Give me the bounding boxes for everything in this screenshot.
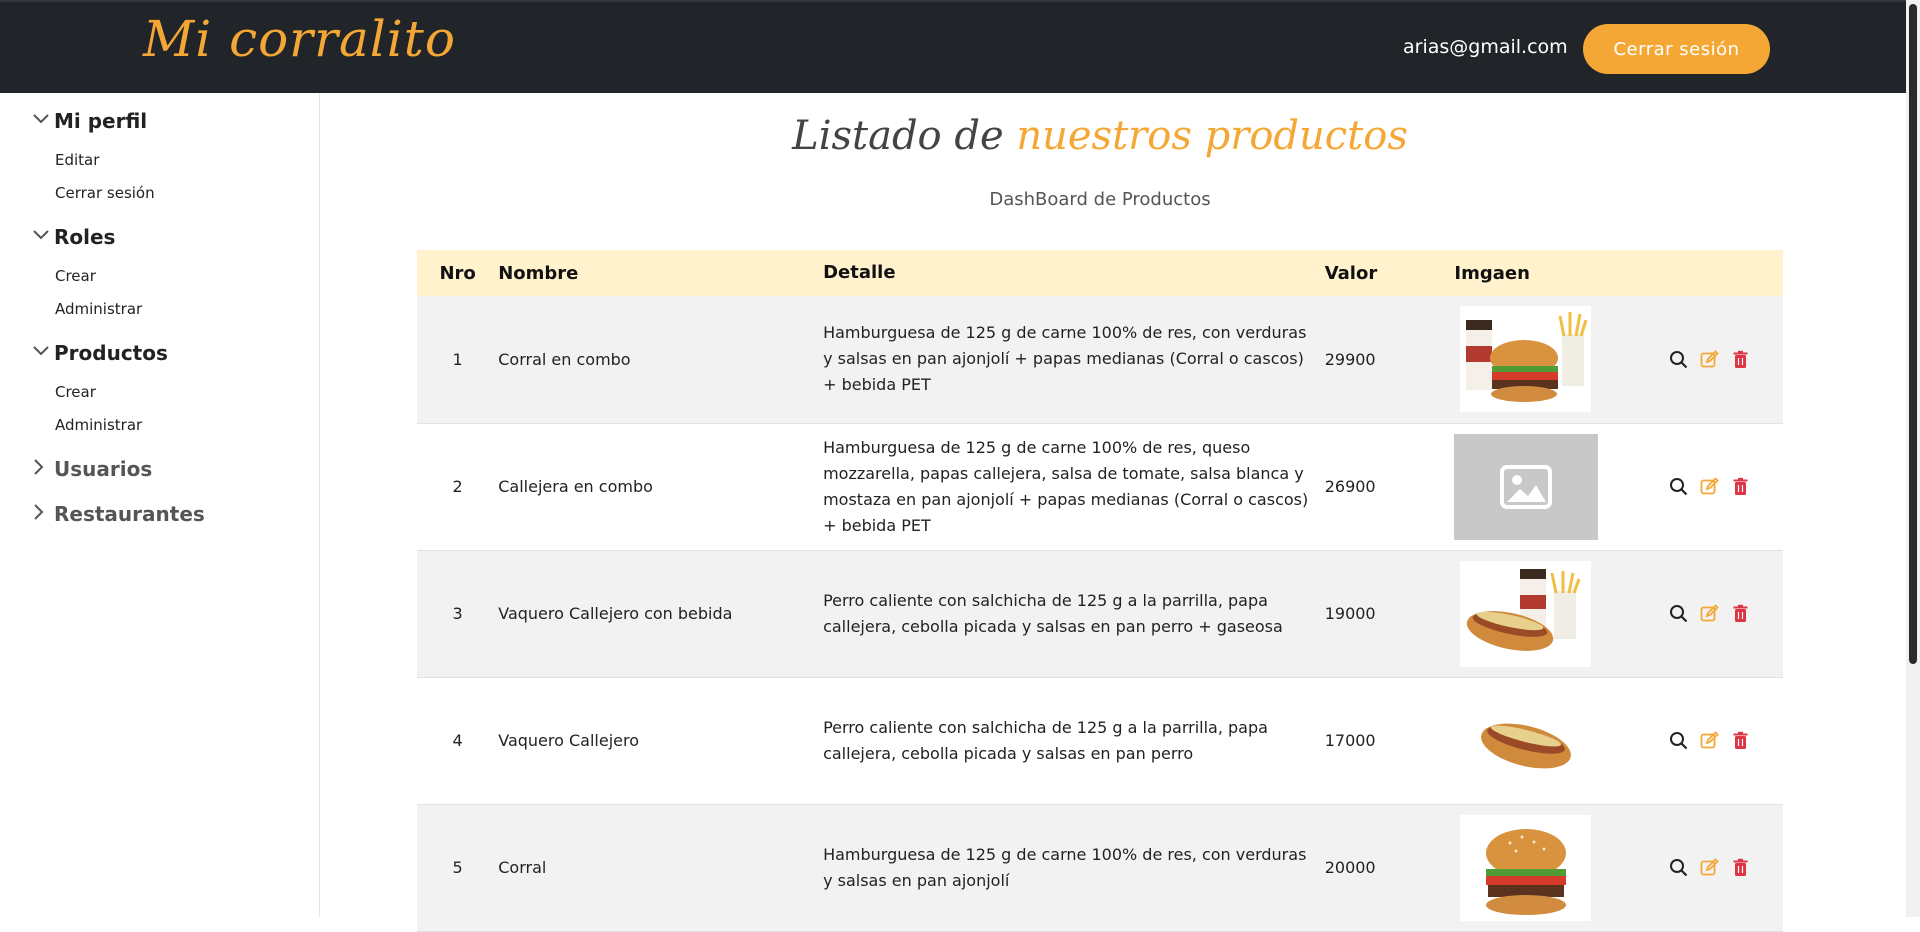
brand-logo[interactable]: Mi corralito: [143, 10, 456, 68]
edit-icon[interactable]: [1700, 858, 1719, 877]
chevron-right-icon: [32, 458, 54, 480]
hotdog-combo-image: [1460, 560, 1592, 667]
column-header-nombre: Nombre: [498, 250, 824, 296]
sidebar-section-label: Usuarios: [54, 457, 153, 481]
sidebar-section-roles[interactable]: Roles: [32, 225, 115, 249]
sidebar-section-usuarios[interactable]: Usuarios: [32, 457, 152, 481]
edit-icon[interactable]: [1700, 731, 1719, 750]
sidebar-section-label: Restaurantes: [54, 502, 205, 526]
column-header-imagen: Imgaen: [1454, 250, 1649, 296]
burger-combo-image: [1460, 306, 1592, 413]
sidebar-section-restaurantes[interactable]: Restaurantes: [32, 502, 205, 526]
logout-button[interactable]: Cerrar sesión: [1583, 24, 1770, 74]
delete-icon[interactable]: [1731, 731, 1750, 750]
view-icon[interactable]: [1669, 604, 1688, 623]
column-header-nro: Nro: [417, 250, 499, 296]
edit-icon[interactable]: [1700, 349, 1719, 369]
table-row: 2 Callejera en combo Hamburguesa de 125 …: [417, 423, 1783, 551]
table-row: 1 Corral en combo Hamburguesa de 125 g d…: [417, 296, 1783, 424]
cell-valor: 29900: [1324, 296, 1455, 424]
chevron-down-icon: [32, 229, 54, 245]
cell-nro: 5: [417, 804, 499, 932]
sidebar-section-label: Roles: [54, 225, 116, 249]
page-subtitle: DashBoard de Productos: [989, 189, 1211, 210]
sidebar: Mi perfil Editar Cerrar sesión Roles Cre…: [0, 93, 320, 917]
top-navbar: Mi corralito arias@gmail.com Cerrar sesi…: [0, 0, 1920, 93]
cell-detalle: Perro caliente con salchicha de 125 g a …: [823, 550, 1325, 678]
sidebar-item-roles-crear[interactable]: Crear: [55, 267, 96, 285]
sidebar-item-cerrar-sesion[interactable]: Cerrar sesión: [55, 184, 155, 202]
user-email: arias@gmail.com: [1403, 36, 1568, 58]
column-header-valor: Valor: [1324, 250, 1455, 296]
products-table: Nro Nombre Detalle Valor Imgaen 1 Corral…: [417, 250, 1783, 932]
cell-nro: 3: [417, 550, 499, 678]
cell-valor: 19000: [1324, 550, 1455, 678]
cell-nro: 4: [417, 677, 499, 805]
sidebar-section-productos[interactable]: Productos: [32, 341, 168, 365]
view-icon[interactable]: [1669, 350, 1688, 369]
cell-nombre: Vaquero Callejero: [498, 677, 824, 805]
scrollbar-thumb[interactable]: [1909, 4, 1917, 664]
cell-valor: 26900: [1324, 423, 1455, 551]
sidebar-section-label: Productos: [54, 341, 168, 365]
column-header-detalle: Detalle: [823, 250, 1325, 296]
cell-nro: 2: [417, 423, 499, 551]
delete-icon[interactable]: [1731, 350, 1750, 369]
burger-image: [1460, 814, 1592, 921]
delete-icon[interactable]: [1731, 604, 1750, 623]
table-header-row: Nro Nombre Detalle Valor Imgaen: [417, 250, 1783, 296]
cell-nro: 1: [417, 296, 499, 424]
delete-icon[interactable]: [1731, 858, 1750, 877]
chevron-down-icon: [32, 113, 54, 129]
view-icon[interactable]: [1669, 731, 1688, 750]
cell-detalle: Hamburguesa de 125 g de carne 100% de re…: [823, 423, 1325, 551]
cell-nombre: Corral en combo: [498, 296, 824, 424]
cell-nombre: Vaquero Callejero con bebida: [498, 550, 824, 678]
edit-icon[interactable]: [1700, 477, 1719, 496]
title-prefix: Listado de: [792, 113, 1004, 159]
sidebar-section-mi-perfil[interactable]: Mi perfil: [32, 109, 147, 133]
cell-detalle: Hamburguesa de 125 g de carne 100% de re…: [823, 804, 1325, 932]
hotdog-image: [1460, 687, 1592, 794]
view-icon[interactable]: [1669, 477, 1688, 496]
cell-valor: 20000: [1324, 804, 1455, 932]
column-header-actions: [1648, 250, 1783, 296]
delete-icon[interactable]: [1731, 477, 1750, 496]
page-scrollbar[interactable]: [1906, 0, 1920, 917]
table-row: 4 Vaquero Callejero Perro caliente con s…: [417, 677, 1783, 805]
cell-detalle: Hamburguesa de 125 g de carne 100% de re…: [823, 296, 1325, 424]
view-icon[interactable]: [1669, 858, 1688, 877]
title-highlight: nuestros productos: [1016, 113, 1408, 159]
cell-detalle: Perro caliente con salchicha de 125 g a …: [823, 677, 1325, 805]
sidebar-item-editar[interactable]: Editar: [55, 151, 99, 169]
cell-valor: 17000: [1324, 677, 1455, 805]
table-row: 5 Corral Hamburguesa de 125 g de carne 1…: [417, 804, 1783, 932]
image-placeholder-icon: [1500, 464, 1553, 509]
sidebar-item-productos-administrar[interactable]: Administrar: [55, 416, 142, 434]
cell-nombre: Corral: [498, 804, 824, 932]
main-content: Listado de nuestros productos DashBoard …: [320, 93, 1906, 932]
sidebar-item-roles-administrar[interactable]: Administrar: [55, 300, 142, 318]
table-row: 3 Vaquero Callejero con bebida Perro cal…: [417, 550, 1783, 678]
page-title: Listado de nuestros productos: [320, 113, 1880, 159]
edit-icon[interactable]: [1700, 604, 1719, 623]
image-placeholder: [1454, 433, 1599, 540]
chevron-down-icon: [32, 345, 54, 361]
cell-nombre: Callejera en combo: [498, 423, 824, 551]
sidebar-section-label: Mi perfil: [54, 109, 148, 133]
chevron-right-icon: [32, 503, 54, 525]
sidebar-item-productos-crear[interactable]: Crear: [55, 383, 96, 401]
